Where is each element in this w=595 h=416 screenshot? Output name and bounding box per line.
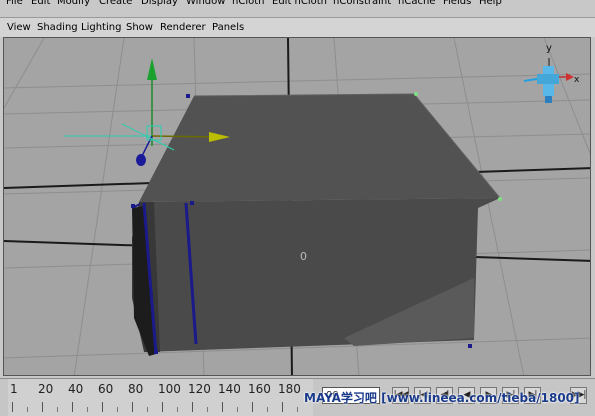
panel-menu-shading[interactable]: Shading xyxy=(37,22,78,34)
panel-menu-show[interactable]: Show xyxy=(126,22,153,34)
ruler-tick xyxy=(12,402,13,412)
ruler-tick xyxy=(282,402,283,412)
axis-x-label: x xyxy=(574,75,580,85)
ruler-tick-label: 20 xyxy=(38,382,54,396)
menu-edit[interactable]: Edit xyxy=(31,0,50,8)
ruler-tick-label: 140 xyxy=(218,382,241,396)
menu-edit-ncloth[interactable]: Edit nCloth xyxy=(272,0,327,8)
axis-y-label: y xyxy=(546,43,552,54)
object-label: 0 xyxy=(300,250,307,263)
view-axis-gizmo: y x xyxy=(523,43,580,103)
menu-modify[interactable]: Modify xyxy=(57,0,90,8)
ruler-tick-label: 1 xyxy=(10,382,18,396)
box-mesh: 0 xyxy=(131,92,502,356)
panel-menu-view[interactable]: View xyxy=(7,22,31,34)
menu-ncache[interactable]: nCache xyxy=(398,0,435,8)
watermark: MAYA学习吧 [www.lineea.com/tieba/1800] xyxy=(304,391,580,405)
ruler-tick xyxy=(222,402,223,412)
ruler-tick-label: 80 xyxy=(128,382,144,396)
menu-nconstraint[interactable]: nConstraint xyxy=(333,0,391,8)
viewport-scene: 0 y x xyxy=(4,38,590,375)
menu-display[interactable]: Display xyxy=(141,0,178,8)
panel-menu-renderer[interactable]: Renderer xyxy=(160,22,206,34)
ruler-tick xyxy=(192,402,193,412)
ruler-tick xyxy=(102,402,103,412)
ruler-tick-label: 60 xyxy=(98,382,114,396)
ruler-tick xyxy=(147,407,148,412)
ruler-tick xyxy=(72,402,73,412)
perspective-viewport[interactable]: 0 y x xyxy=(3,37,591,376)
ruler-tick-label: 180 xyxy=(278,382,301,396)
ruler-tick xyxy=(252,402,253,412)
time-ruler[interactable]: 1 20 40 60 80 100 120 140 160 180 xyxy=(8,379,313,416)
ruler-tick xyxy=(42,402,43,412)
ruler-tick-label: 160 xyxy=(248,382,271,396)
ruler-tick xyxy=(267,407,268,412)
ruler-tick xyxy=(207,407,208,412)
panel-menu-lighting[interactable]: Lighting xyxy=(81,22,121,34)
menu-window[interactable]: Window xyxy=(186,0,225,8)
ruler-tick xyxy=(162,402,163,412)
ruler-tick xyxy=(117,407,118,412)
ruler-tick xyxy=(27,407,28,412)
ruler-tick xyxy=(237,407,238,412)
menu-ncloth[interactable]: nCloth xyxy=(232,0,264,8)
menu-create[interactable]: Create xyxy=(99,0,132,8)
ruler-tick xyxy=(87,407,88,412)
menu-file[interactable]: File xyxy=(6,0,23,8)
ruler-tick xyxy=(57,407,58,412)
ruler-tick-label: 40 xyxy=(68,382,84,396)
ruler-tick-label: 100 xyxy=(158,382,181,396)
panel-menu-panels[interactable]: Panels xyxy=(212,22,244,34)
menu-fields[interactable]: Fields xyxy=(443,0,471,8)
ruler-tick xyxy=(132,402,133,412)
ruler-tick xyxy=(297,407,298,412)
ruler-tick-label: 120 xyxy=(188,382,211,396)
ruler-tick xyxy=(177,407,178,412)
menu-help[interactable]: Help xyxy=(479,0,502,8)
main-menubar: File Edit Modify Create Display Window nCloth E… xyxy=(0,0,595,9)
panel-menubar: View Shading Lighting Show Renderer Panels xyxy=(0,17,595,37)
